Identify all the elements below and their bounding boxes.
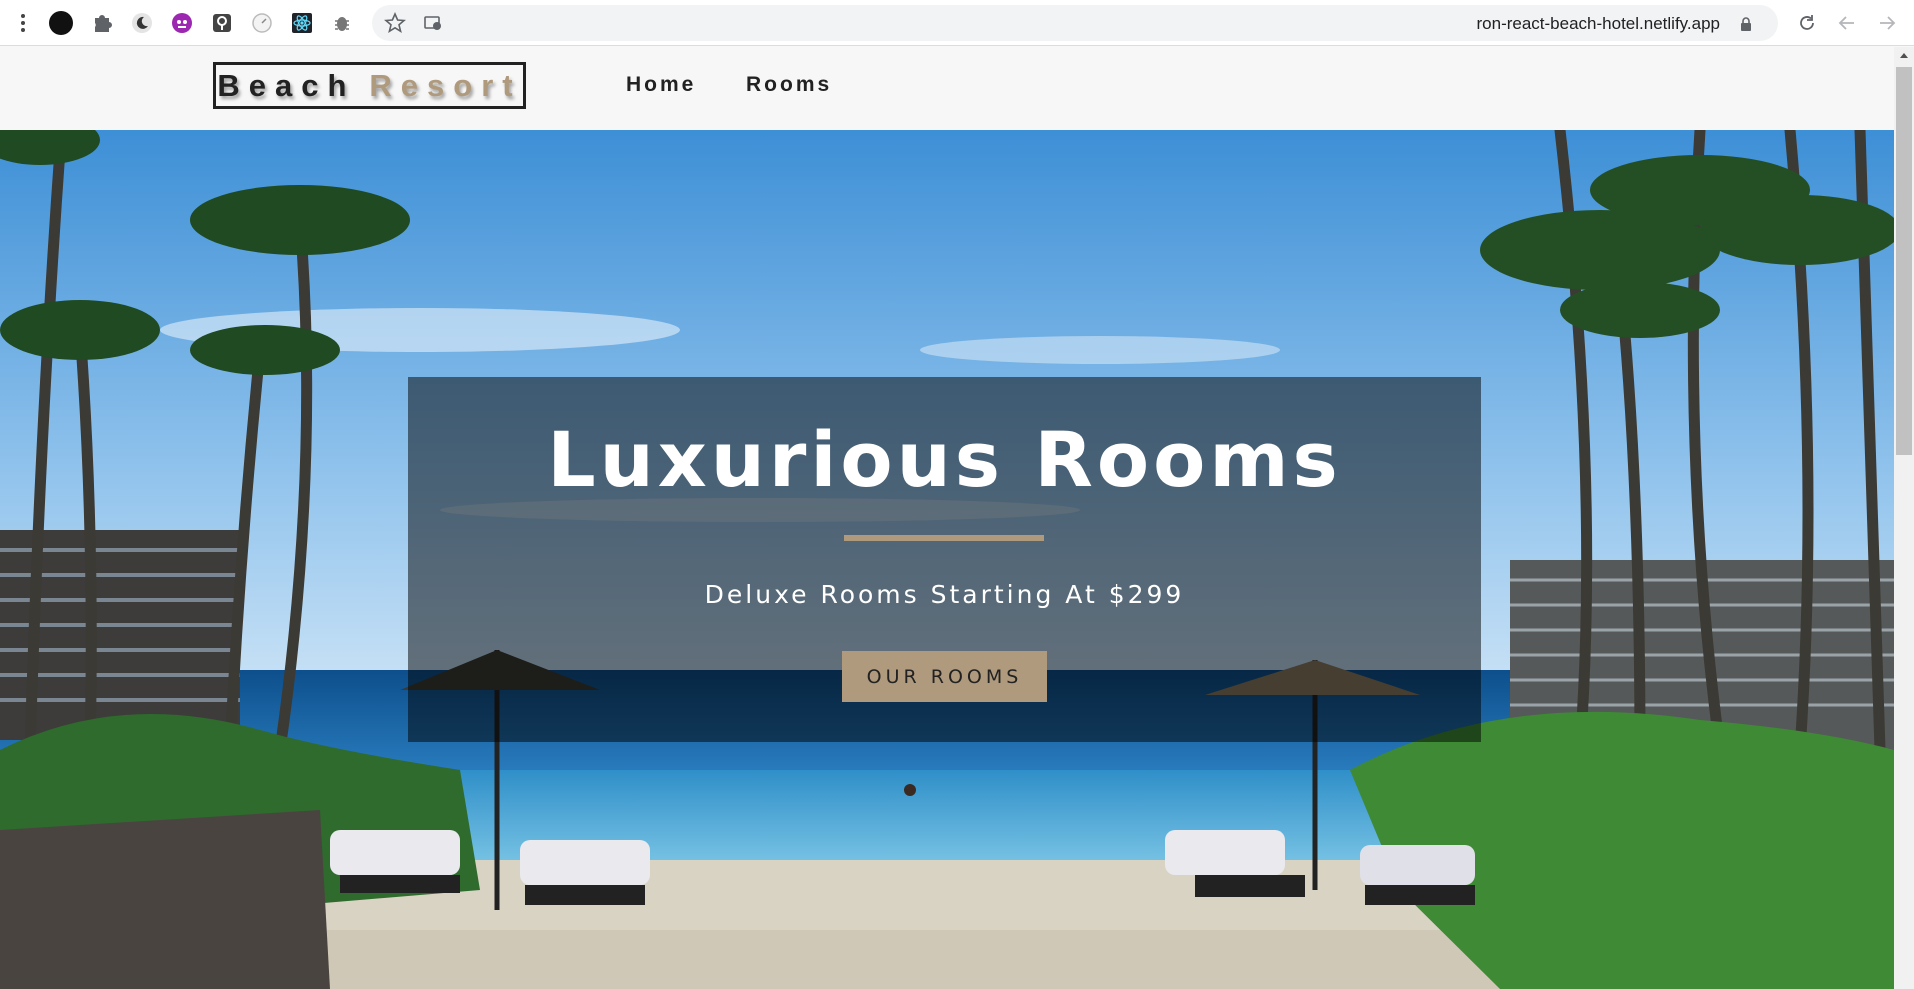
hero-subtitle: Deluxe Rooms Starting At $299 xyxy=(704,580,1185,609)
lock-icon[interactable] xyxy=(1740,16,1752,35)
moon-icon[interactable] xyxy=(129,10,155,36)
our-rooms-button[interactable]: OUR ROOMS xyxy=(842,651,1047,702)
logo-word-beach: Beach xyxy=(217,67,356,103)
star-icon[interactable] xyxy=(382,10,408,36)
reader-mode-icon[interactable] xyxy=(420,10,446,36)
forward-icon[interactable] xyxy=(1874,10,1900,36)
octocat-icon[interactable] xyxy=(169,10,195,36)
page-scrollbar[interactable] xyxy=(1894,47,1914,989)
scroll-thumb[interactable] xyxy=(1896,67,1912,455)
puzzle-icon[interactable] xyxy=(89,10,115,36)
nav-link-rooms[interactable]: Rooms xyxy=(746,73,832,97)
bug-icon[interactable] xyxy=(329,10,355,36)
site-logo[interactable]: Beach Resort xyxy=(213,62,526,109)
url-text[interactable]: ron-react-beach-hotel.netlify.app xyxy=(1477,14,1721,34)
black-circle-icon[interactable] xyxy=(48,10,74,36)
react-devtools-icon[interactable] xyxy=(289,10,315,36)
scroll-up-icon[interactable] xyxy=(1900,53,1908,58)
browser-toolbar: ron-react-beach-hotel.netlify.app xyxy=(0,0,1914,46)
timer-icon[interactable] xyxy=(249,10,275,36)
site-navbar: Beach Resort Home Rooms xyxy=(0,47,1894,130)
back-icon[interactable] xyxy=(1834,10,1860,36)
hero-title: Luxurious Rooms xyxy=(547,415,1342,504)
nav-link-home[interactable]: Home xyxy=(626,73,696,97)
address-bar[interactable]: ron-react-beach-hotel.netlify.app xyxy=(372,5,1778,41)
reload-icon[interactable] xyxy=(1794,10,1820,36)
hero-divider xyxy=(844,535,1044,541)
menu-dots-icon[interactable] xyxy=(14,10,32,36)
hero-banner: Luxurious Rooms Deluxe Rooms Starting At… xyxy=(408,377,1481,742)
lighthouse-icon[interactable] xyxy=(209,10,235,36)
hero-section: Luxurious Rooms Deluxe Rooms Starting At… xyxy=(0,130,1894,989)
logo-word-resort: Resort xyxy=(369,67,522,103)
